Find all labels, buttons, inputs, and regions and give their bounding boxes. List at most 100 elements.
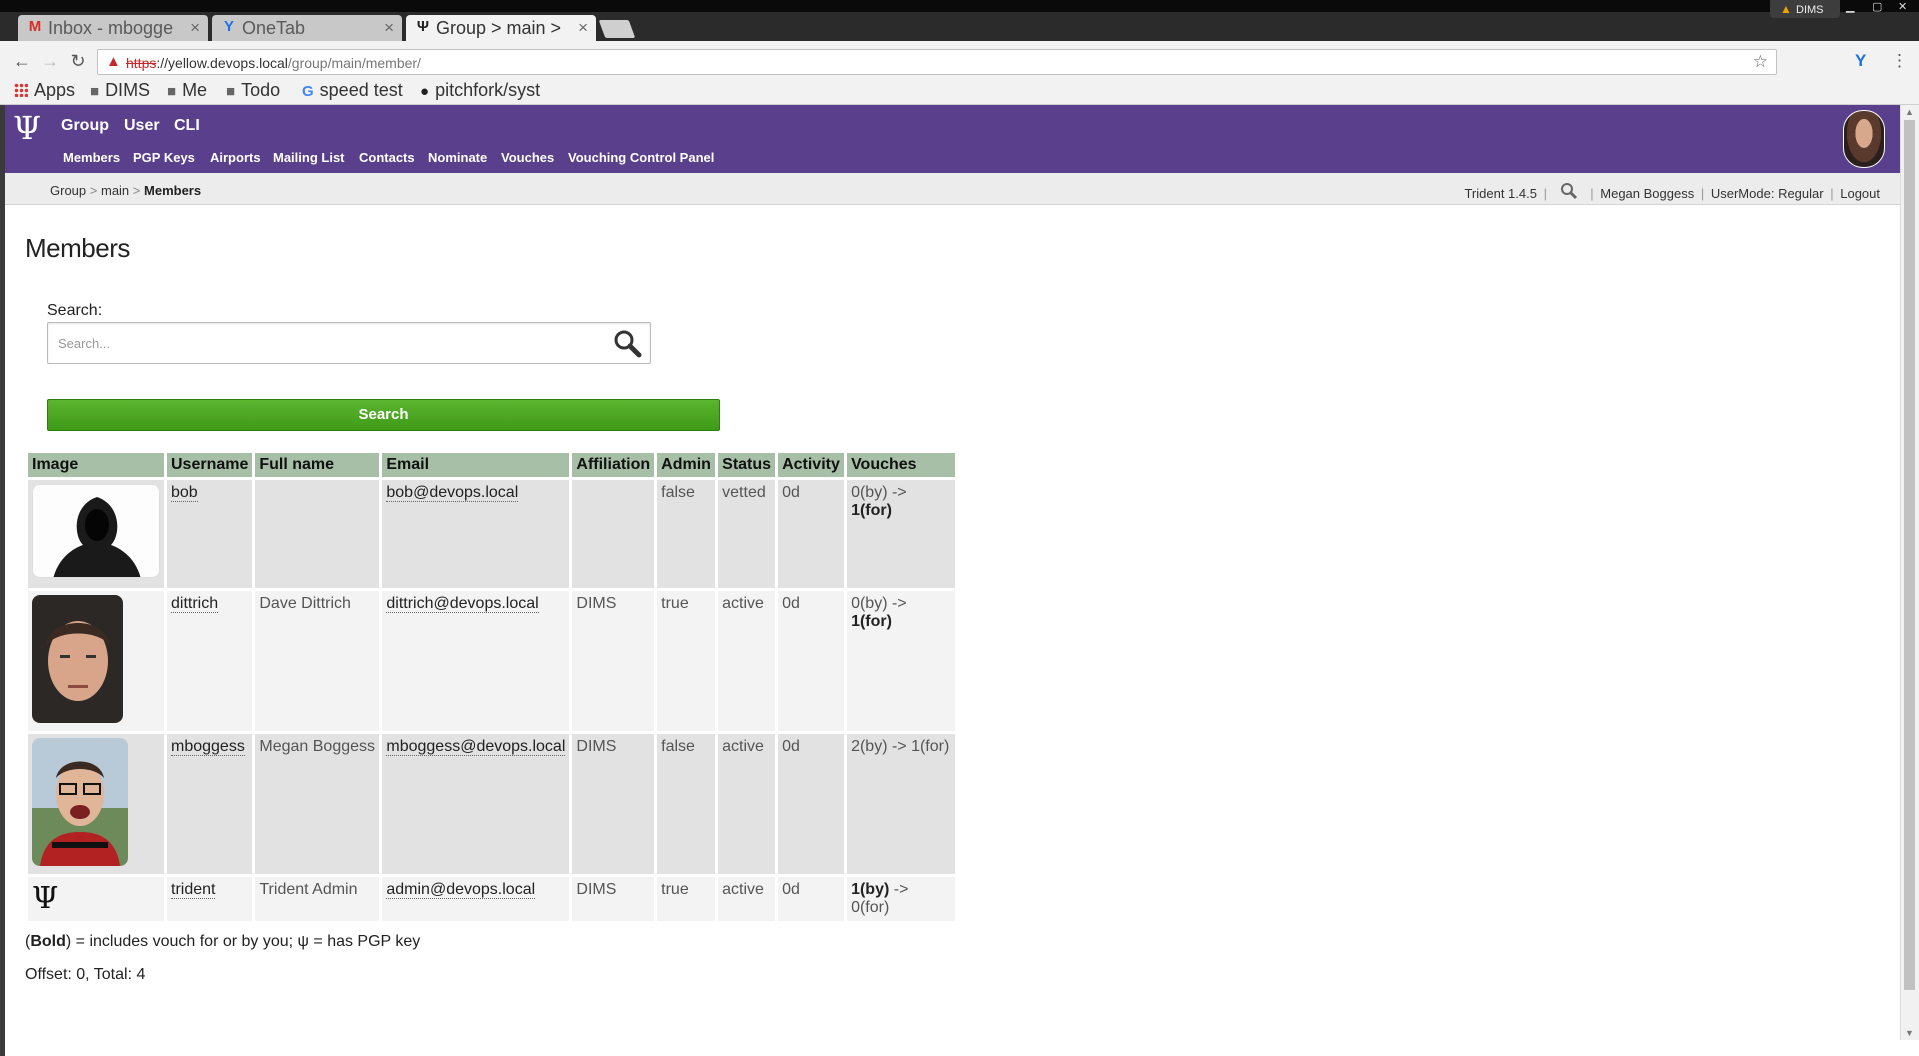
legend-note: (Bold) = includes vouch for or by you; ψ…: [25, 933, 420, 951]
warning-icon: ▲: [1780, 2, 1792, 16]
search-icon[interactable]: [612, 328, 642, 363]
tab-close-icon[interactable]: ×: [190, 18, 200, 38]
breadcrumb-main[interactable]: main: [101, 183, 129, 198]
subnav-mailing-list[interactable]: Mailing List: [273, 150, 345, 165]
column-header[interactable]: Username: [167, 453, 253, 477]
tab-group-main[interactable]: Ψ Group > main > ×: [406, 15, 596, 41]
current-user-link[interactable]: Megan Boggess: [1600, 186, 1694, 201]
email-link[interactable]: dittrich@devops.local: [386, 595, 539, 613]
nav-cli[interactable]: CLI: [174, 117, 200, 135]
trident-logo-icon[interactable]: Ψ: [13, 109, 41, 147]
bookmark-label: Apps: [34, 80, 76, 100]
column-header[interactable]: Full name: [255, 453, 380, 477]
members-table: Image Username Full name Email Affiliati…: [25, 450, 958, 924]
back-arrow-icon[interactable]: ←: [12, 51, 32, 72]
maximize-icon[interactable]: ▢: [1872, 0, 1882, 13]
bookmark-dims[interactable]: ■ DIMS: [90, 80, 150, 101]
insecure-warning-icon: ▲: [106, 53, 121, 70]
legend-bold: Bold: [30, 933, 66, 950]
column-header[interactable]: Affiliation: [572, 453, 655, 477]
scroll-up-icon[interactable]: ▲: [1905, 107, 1914, 117]
subnav-airports[interactable]: Airports: [210, 150, 261, 165]
onetab-extension-icon[interactable]: Y: [1855, 51, 1866, 71]
subnav-vouches[interactable]: Vouches: [501, 150, 554, 165]
email-link[interactable]: bob@devops.local: [386, 484, 519, 502]
bookmark-apps[interactable]: Apps: [14, 80, 75, 101]
vouch-arrow: ->: [887, 484, 907, 501]
bookmark-star-icon[interactable]: ☆: [1753, 52, 1768, 72]
logout-link[interactable]: Logout: [1840, 186, 1880, 201]
reload-icon[interactable]: ↻: [68, 51, 88, 72]
username-link[interactable]: bob: [171, 484, 198, 502]
bookmark-speed-test[interactable]: Gspeed test: [302, 80, 403, 101]
bookmark-pitchfork[interactable]: ● pitchfork/syst: [420, 80, 540, 101]
vouch-arrow: ->: [887, 738, 912, 755]
tab-close-icon[interactable]: ×: [384, 18, 394, 38]
minimize-icon[interactable]: ▁: [1846, 0, 1854, 13]
usermode-link[interactable]: Regular: [1778, 186, 1824, 201]
column-header[interactable]: Email: [382, 453, 570, 477]
table-row: dittrich Dave Dittrich dittrich@devops.l…: [28, 591, 956, 731]
person-glasses-photo[interactable]: [32, 738, 128, 866]
new-tab-button[interactable]: [598, 20, 636, 38]
subnav-nominate[interactable]: Nominate: [428, 150, 487, 165]
subnav-pgp-keys[interactable]: PGP Keys: [133, 150, 195, 165]
admin-cell: true: [657, 877, 716, 921]
column-header[interactable]: Status: [718, 453, 776, 477]
fullname-cell: Dave Dittrich: [255, 591, 380, 731]
bookmark-me[interactable]: ■ Me: [167, 80, 207, 101]
github-icon: ●: [420, 83, 430, 100]
menu-icon[interactable]: ⋮: [1891, 51, 1908, 71]
close-window-icon[interactable]: ✕: [1898, 0, 1907, 13]
subnav-members[interactable]: Members: [63, 150, 120, 165]
vouches-cell: 0(by) -> 1(for): [847, 480, 956, 588]
url-host: ://yellow.devops.local: [156, 55, 288, 71]
column-header[interactable]: Activity: [778, 453, 845, 477]
tab-inbox[interactable]: M Inbox - mbogge ×: [18, 15, 208, 41]
trident-icon[interactable]: Ψ: [32, 881, 58, 916]
username-link[interactable]: trident: [171, 881, 216, 899]
column-header[interactable]: Vouches: [847, 453, 956, 477]
man-portrait-photo[interactable]: [32, 595, 123, 723]
url-text[interactable]: https://yellow.devops.local/group/main/m…: [126, 55, 421, 71]
profile-chip[interactable]: ▲ DIMS: [1770, 0, 1840, 18]
address-bar[interactable]: ▲ https://yellow.devops.local/group/main…: [97, 49, 1777, 75]
vouch-for: 1(for): [851, 613, 892, 630]
affiliation-cell: DIMS: [572, 734, 655, 874]
search-label: Search:: [47, 302, 103, 319]
tab-close-icon[interactable]: ×: [578, 18, 588, 38]
email-link[interactable]: admin@devops.local: [386, 881, 536, 899]
divider: |: [1830, 186, 1834, 201]
username-link[interactable]: dittrich: [171, 595, 219, 613]
subnav-contacts[interactable]: Contacts: [359, 150, 415, 165]
table-row: mboggess Megan Boggess mboggess@devops.l…: [28, 734, 956, 874]
vouch-by: 1(by): [851, 881, 890, 898]
column-header[interactable]: Admin: [657, 453, 716, 477]
affiliation-cell: DIMS: [572, 877, 655, 921]
breadcrumb-group[interactable]: Group: [50, 183, 86, 198]
subnav-vouching-control-panel[interactable]: Vouching Control Panel: [568, 150, 714, 165]
tab-onetab[interactable]: Y OneTab ×: [212, 15, 402, 41]
affiliation-cell: [572, 480, 655, 588]
nav-group[interactable]: Group: [61, 117, 109, 135]
breadcrumb-separator: >: [132, 183, 141, 198]
search-button[interactable]: Search: [47, 399, 720, 431]
scrollbar-thumb[interactable]: [1904, 120, 1915, 990]
bookmark-todo[interactable]: ■ Todo: [226, 80, 280, 101]
window-title-bar: [0, 0, 1919, 12]
username-link[interactable]: mboggess: [171, 738, 245, 756]
divider: |: [1543, 186, 1547, 201]
email-link[interactable]: mboggess@devops.local: [386, 738, 566, 756]
forward-arrow-icon[interactable]: →: [40, 51, 60, 72]
scrollbar[interactable]: ▲ ▼: [1900, 105, 1919, 1040]
scroll-down-icon[interactable]: ▼: [1905, 1028, 1914, 1038]
nav-user[interactable]: User: [124, 117, 160, 135]
hooded-figure-photo[interactable]: [32, 484, 160, 578]
activity-cell: 0d: [778, 591, 845, 731]
username-cell: bob: [167, 480, 253, 588]
search-input[interactable]: [58, 333, 578, 353]
avatar[interactable]: [1843, 110, 1885, 168]
search-icon[interactable]: [1560, 182, 1578, 205]
column-header[interactable]: Image: [28, 453, 164, 477]
table-row: bob bob@devops.local false vetted 0d 0(b…: [28, 480, 956, 588]
